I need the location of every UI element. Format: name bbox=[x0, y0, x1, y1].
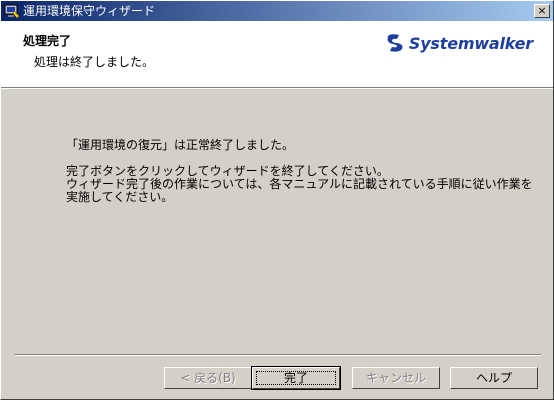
systemwalker-logo: Systemwalker bbox=[385, 31, 533, 55]
status-message: 「運用環境の復元」は正常終了しました。 bbox=[66, 138, 295, 152]
logo-text: Systemwalker bbox=[408, 33, 533, 53]
back-button-label: < 戻る(B) bbox=[180, 371, 236, 385]
wizard-window: 運用環境保守ウィザード × 処理完了 処理は終了しました。 Systemwalk… bbox=[0, 0, 554, 400]
header-divider bbox=[1, 87, 553, 89]
focus-rect bbox=[256, 371, 336, 385]
finish-button[interactable]: 完了 bbox=[251, 366, 341, 390]
title-bar[interactable]: 運用環境保守ウィザード × bbox=[1, 1, 553, 21]
help-button-label: ヘルプ bbox=[475, 371, 512, 385]
help-button[interactable]: ヘルプ bbox=[450, 367, 538, 389]
close-icon: × bbox=[537, 4, 547, 17]
cancel-button-label: キャンセル bbox=[365, 371, 426, 385]
cancel-button[interactable]: キャンセル bbox=[352, 367, 440, 389]
footer-divider bbox=[15, 354, 541, 356]
page-title: 処理完了 bbox=[23, 34, 72, 48]
instruction-line-3: 実施してください。 bbox=[66, 190, 174, 204]
page-subtitle: 処理は終了しました。 bbox=[34, 55, 155, 69]
close-button[interactable]: × bbox=[534, 4, 550, 18]
logo-mark-icon bbox=[387, 34, 403, 52]
wizard-header: 処理完了 処理は終了しました。 Systemwalker bbox=[1, 21, 553, 87]
app-icon bbox=[4, 4, 20, 19]
window-title: 運用環境保守ウィザード bbox=[23, 4, 156, 18]
back-button[interactable]: < 戻る(B) bbox=[164, 367, 252, 389]
